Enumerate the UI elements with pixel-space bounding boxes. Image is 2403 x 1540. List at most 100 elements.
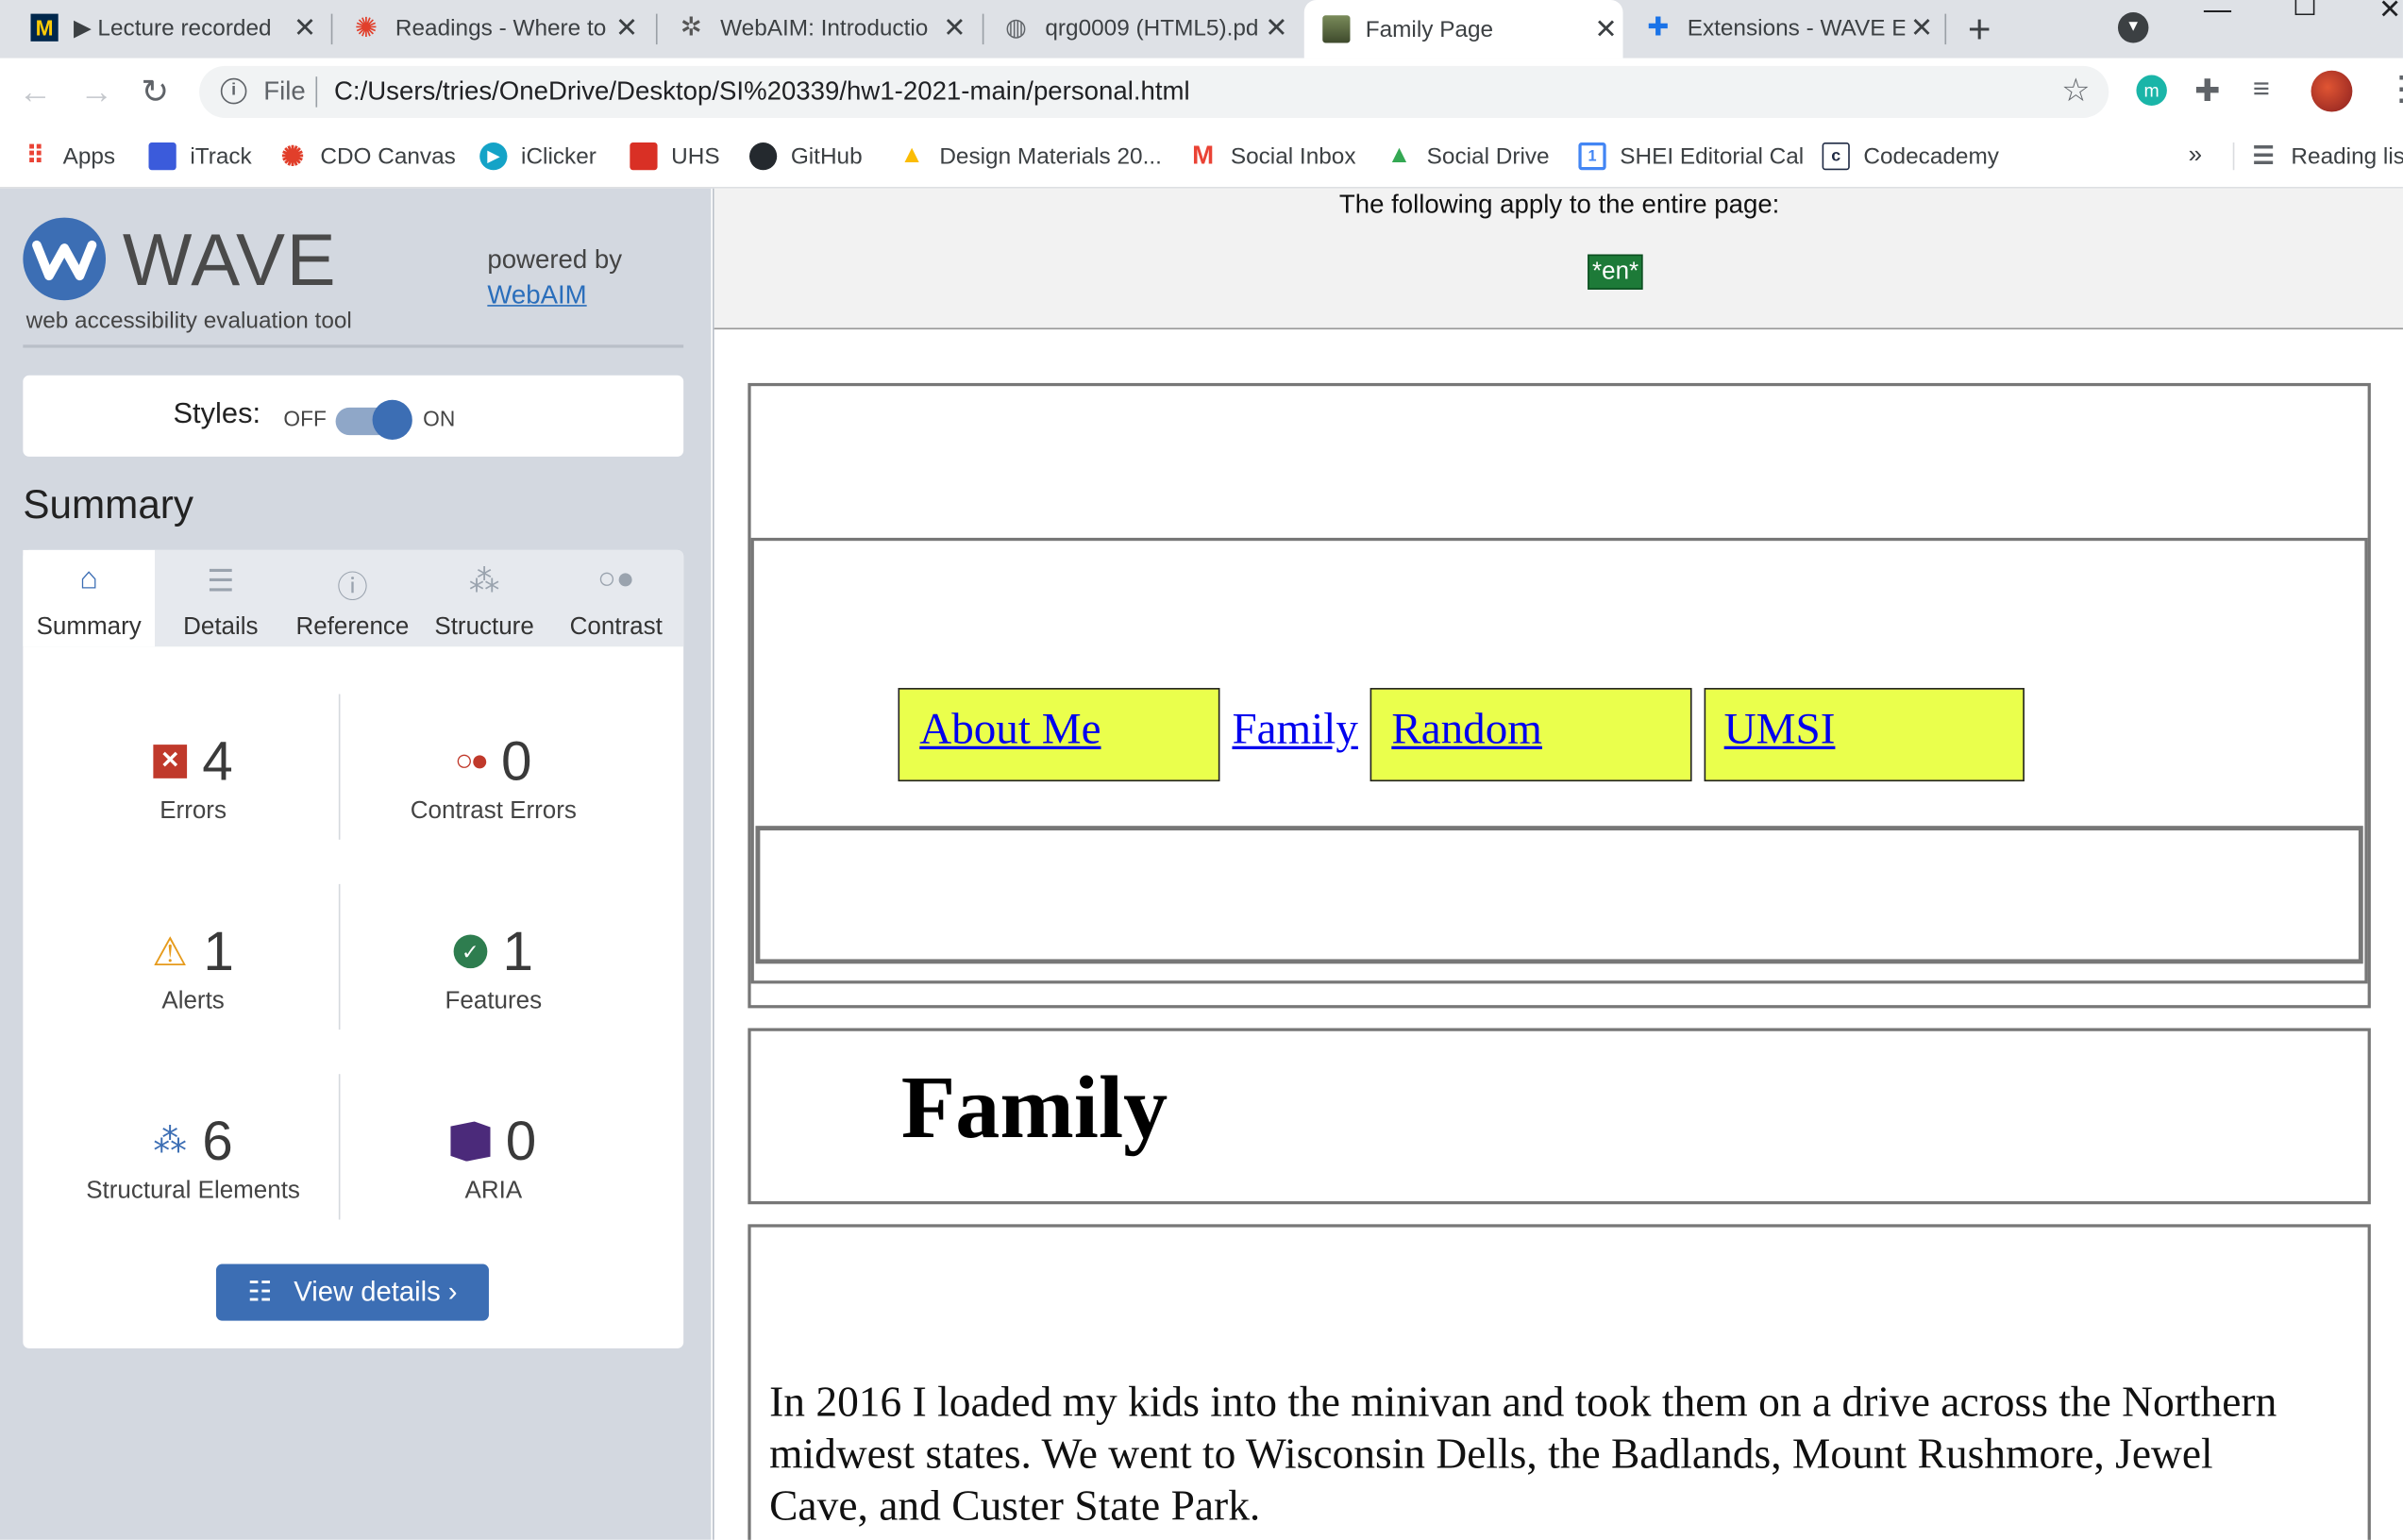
- close-icon[interactable]: ✕: [1905, 11, 1939, 43]
- error-icon: ✕: [153, 745, 188, 778]
- gmail-icon: M: [1192, 141, 1215, 171]
- tab-separator: [1944, 13, 1947, 45]
- view-details-button[interactable]: ☷ View details ›: [215, 1264, 489, 1321]
- bookmark-star-icon[interactable]: ☆: [2061, 72, 2091, 110]
- stat-contrast-errors[interactable]: ○● 0 Contrast Errors: [340, 728, 647, 826]
- tab-strip: M ▶ Lecture recorded ✕ ✺ Readings - Wher…: [0, 0, 2403, 59]
- bookmark-shei-editorial[interactable]: 1 SHEI Editorial Cal: [1578, 142, 1804, 171]
- reload-icon[interactable]: ↻: [141, 72, 169, 111]
- bookmark-iclicker[interactable]: ▶ iClicker: [479, 142, 597, 171]
- close-icon[interactable]: ✕: [938, 11, 972, 43]
- close-window-icon[interactable]: ✕: [2378, 0, 2402, 26]
- extension-m-icon[interactable]: m: [2136, 75, 2167, 107]
- alert-icon: ⚠: [152, 928, 189, 974]
- extensions-puzzle-icon[interactable]: ✚: [2194, 72, 2220, 110]
- umich-icon: M: [30, 13, 59, 42]
- screen: M ▶ Lecture recorded ✕ ✺ Readings - Wher…: [0, 0, 2403, 1540]
- nav-link-random[interactable]: Random: [1391, 705, 1542, 756]
- divider: [338, 694, 341, 840]
- stat-features[interactable]: ✓ 1 Features: [340, 918, 647, 1016]
- tab-separator: [330, 13, 333, 45]
- codecademy-icon: c: [1822, 142, 1850, 171]
- bookmark-social-drive[interactable]: ▲ Social Drive: [1386, 142, 1550, 170]
- stat-aria[interactable]: 0 ARIA: [340, 1108, 647, 1206]
- nav-link-about-me[interactable]: About Me: [919, 705, 1101, 756]
- bookmark-uhs[interactable]: UHS: [630, 142, 720, 171]
- styles-toggle-box: Styles: OFF ON: [23, 375, 684, 457]
- powered-by-text: powered by: [487, 244, 623, 275]
- tab-summary[interactable]: ⌂ Summary: [23, 549, 155, 647]
- forward-icon[interactable]: →: [79, 72, 113, 111]
- feature-check-icon: ✓: [453, 934, 488, 969]
- tab-extensions-wave[interactable]: ✚ Extensions - WAVE E ✕: [1644, 0, 1939, 55]
- menu-kebab-icon[interactable]: ⋮: [2384, 69, 2402, 109]
- close-icon[interactable]: ✕: [610, 11, 644, 43]
- profile-avatar[interactable]: [2311, 70, 2353, 112]
- styles-toggle-knob[interactable]: [372, 399, 412, 441]
- tab-webaim[interactable]: ✲ WebAIM: Introductio ✕: [678, 0, 972, 55]
- maximize-icon[interactable]: ☐: [2293, 0, 2317, 23]
- bookmark-design-materials[interactable]: ▲ Design Materials 20...: [898, 142, 1162, 170]
- tab-contrast[interactable]: ○● Contrast: [550, 550, 682, 646]
- bookmark-apps[interactable]: ⠿ Apps: [22, 142, 115, 170]
- inner-outline: [755, 826, 2363, 964]
- styles-off-label: OFF: [283, 406, 327, 431]
- tab-search-icon[interactable]: ▼: [2117, 11, 2149, 43]
- new-tab-button[interactable]: +: [1968, 6, 1991, 53]
- reading-list-icon: ☰: [2252, 143, 2275, 171]
- github-icon: [748, 142, 778, 171]
- bookmark-social-inbox[interactable]: M Social Inbox: [1189, 141, 1355, 171]
- canvas-icon: ✺: [280, 140, 305, 172]
- minimize-icon[interactable]: —: [2204, 0, 2231, 26]
- media-queue-icon[interactable]: ≡: [2253, 74, 2270, 108]
- google-calendar-icon: 1: [1578, 142, 1606, 171]
- list-icon: ☰: [207, 565, 235, 599]
- structure-icon: ⁂: [153, 1121, 188, 1161]
- globe-icon: ◍: [1005, 15, 1027, 42]
- scheme-label: File: [263, 76, 306, 107]
- uhs-icon: [630, 142, 658, 171]
- tab-structure[interactable]: ⁂ Structure: [418, 550, 550, 646]
- iclicker-icon: ▶: [479, 142, 508, 171]
- url-text[interactable]: C:/Users/tries/OneDrive/Desktop/SI%20339…: [334, 76, 1190, 107]
- tab-family-page[interactable]: Family Page ✕: [1303, 0, 1623, 59]
- close-icon[interactable]: ✕: [288, 11, 322, 43]
- page-wide-annotations: The following apply to the entire page: …: [714, 188, 2403, 330]
- back-icon[interactable]: ←: [18, 72, 52, 111]
- tab-details[interactable]: ☰ Details: [155, 550, 287, 646]
- close-icon[interactable]: ✕: [1260, 11, 1294, 43]
- language-badge[interactable]: *en*: [1588, 254, 1644, 290]
- bookmark-cdo-canvas[interactable]: ✺ CDO Canvas: [279, 140, 456, 172]
- address-bar[interactable]: i File C:/Users/tries/OneDrive/Desktop/S…: [199, 65, 2109, 119]
- info-icon: ⓘ: [337, 571, 368, 606]
- google-drive-icon: ▲: [899, 142, 924, 169]
- tab-readings[interactable]: ✺ Readings - Where to ✕: [352, 0, 644, 55]
- bookmark-itrack[interactable]: iTrack: [148, 142, 252, 171]
- styles-label: Styles:: [173, 398, 261, 431]
- tab-lecture-recorded[interactable]: M ▶ Lecture recorded ✕: [30, 0, 322, 55]
- itrack-icon: [148, 142, 176, 171]
- styles-on-label: ON: [423, 406, 456, 431]
- stat-structural-elements[interactable]: ⁂ 6 Structural Elements: [40, 1108, 346, 1206]
- stat-alerts[interactable]: ⚠ 1 Alerts: [40, 918, 346, 1016]
- tab-reference[interactable]: ⓘ Reference: [287, 550, 419, 646]
- bookmark-codecademy[interactable]: c Codecademy: [1822, 142, 1999, 171]
- wave-tagline: web accessibility evaluation tool: [25, 308, 352, 334]
- bookmark-github[interactable]: GitHub: [748, 142, 863, 171]
- applies-text: The following apply to the entire page:: [1338, 190, 1780, 220]
- close-icon[interactable]: ✕: [1589, 13, 1623, 45]
- divider: [23, 344, 684, 348]
- bookmarks-overflow[interactable]: »: [2189, 142, 2202, 170]
- nav-link-family[interactable]: Family: [1232, 705, 1357, 756]
- nav-link-umsi[interactable]: UMSI: [1724, 705, 1836, 756]
- tab-qrg-pdf[interactable]: ◍ qrg0009 (HTML5).pd ✕: [1002, 0, 1294, 55]
- webaim-link[interactable]: WebAIM: [487, 280, 586, 310]
- stat-errors[interactable]: ✕ 4 Errors: [40, 728, 346, 826]
- info-icon[interactable]: i: [220, 77, 247, 105]
- contrast-icon: ○●: [597, 561, 635, 596]
- google-drive-icon: ▲: [1386, 142, 1412, 169]
- list-icon: ☷: [247, 1276, 273, 1308]
- contrast-error-icon: ○●: [455, 744, 489, 778]
- reading-list[interactable]: ☰ Reading list: [2232, 142, 2403, 171]
- summary-panel: ⌂ Summary ☰ Details ⓘ Reference ⁂ Struct…: [23, 549, 684, 1348]
